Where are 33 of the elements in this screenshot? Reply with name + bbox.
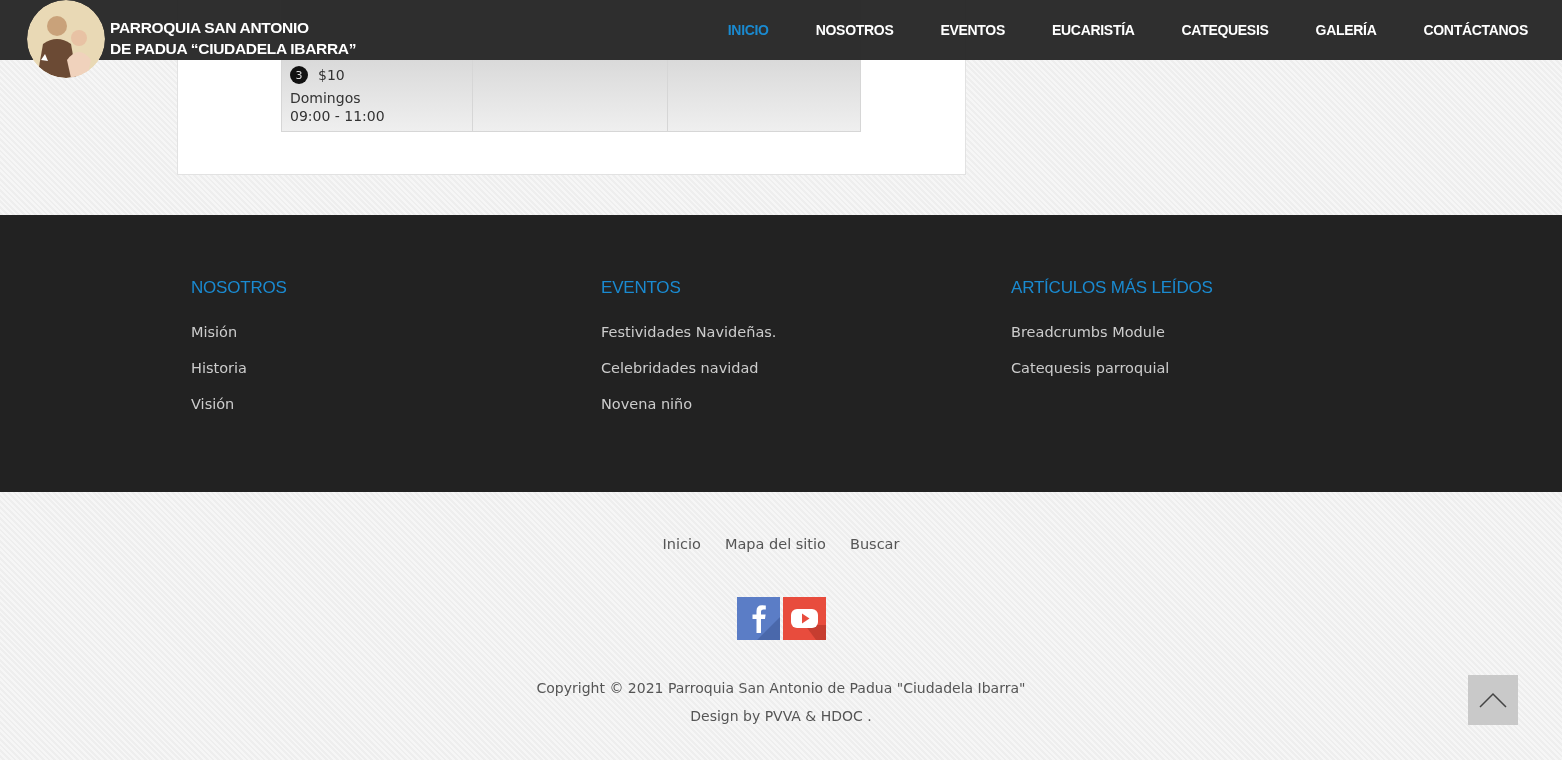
bottom-link[interactable]: Mapa del sitio [724,536,826,552]
footer-heading: NOSOTROS [191,278,287,298]
chevron-up-icon [1479,692,1507,708]
nav-link[interactable]: EUCARISTÍA [1052,22,1135,38]
nav-link[interactable]: CONTÁCTANOS [1423,22,1528,38]
footer-link[interactable]: Festividades Navideñas. [601,323,777,341]
youtube-icon[interactable] [782,597,826,640]
nav-link[interactable]: GALERÍA [1315,22,1377,38]
facebook-icon[interactable] [736,597,780,640]
copyright-text: Copyright © 2021 Parroquia San Antonio de Padua "Ciudadela Ibarra" [536,679,1026,698]
number-badge: 3 [290,66,308,84]
bottom-link[interactable]: Buscar [849,536,900,552]
price-text: $10 [318,67,345,83]
nav-link[interactable]: NOSOTROS [815,22,894,38]
footer-heading: EVENTOS [601,278,681,298]
nav-link[interactable]: CATEQUESIS [1181,22,1269,38]
site-title: PARROQUIA SAN ANTONIO [110,18,310,38]
nav-link[interactable]: INICIO [727,22,769,38]
footer-link[interactable]: Misión [191,323,238,341]
footer-link[interactable]: Breadcrumbs Module [1011,323,1165,341]
footer-link[interactable]: Visión [191,395,235,413]
nav-link[interactable]: EVENTOS [940,22,1005,38]
site-title: DE PADUA “CIUDADELA IBARRA” [110,39,357,59]
bottom-link[interactable]: Inicio [662,536,701,552]
day-text: Domingos [290,90,362,106]
footer-link[interactable]: Celebridades navidad [601,359,759,377]
footer-link[interactable]: Historia [191,359,247,377]
footer-link[interactable]: Novena niño [601,395,693,413]
footer-link[interactable]: Catequesis parroquial [1011,359,1170,377]
logo-drawing[interactable] [27,0,105,78]
credits-text: Design by PVVA & HDOC . [690,707,872,726]
footer-heading: ARTÍCULOS MÁS LEÍDOS [1011,278,1213,298]
time-text: 09:00 - 11:00 [290,108,386,124]
